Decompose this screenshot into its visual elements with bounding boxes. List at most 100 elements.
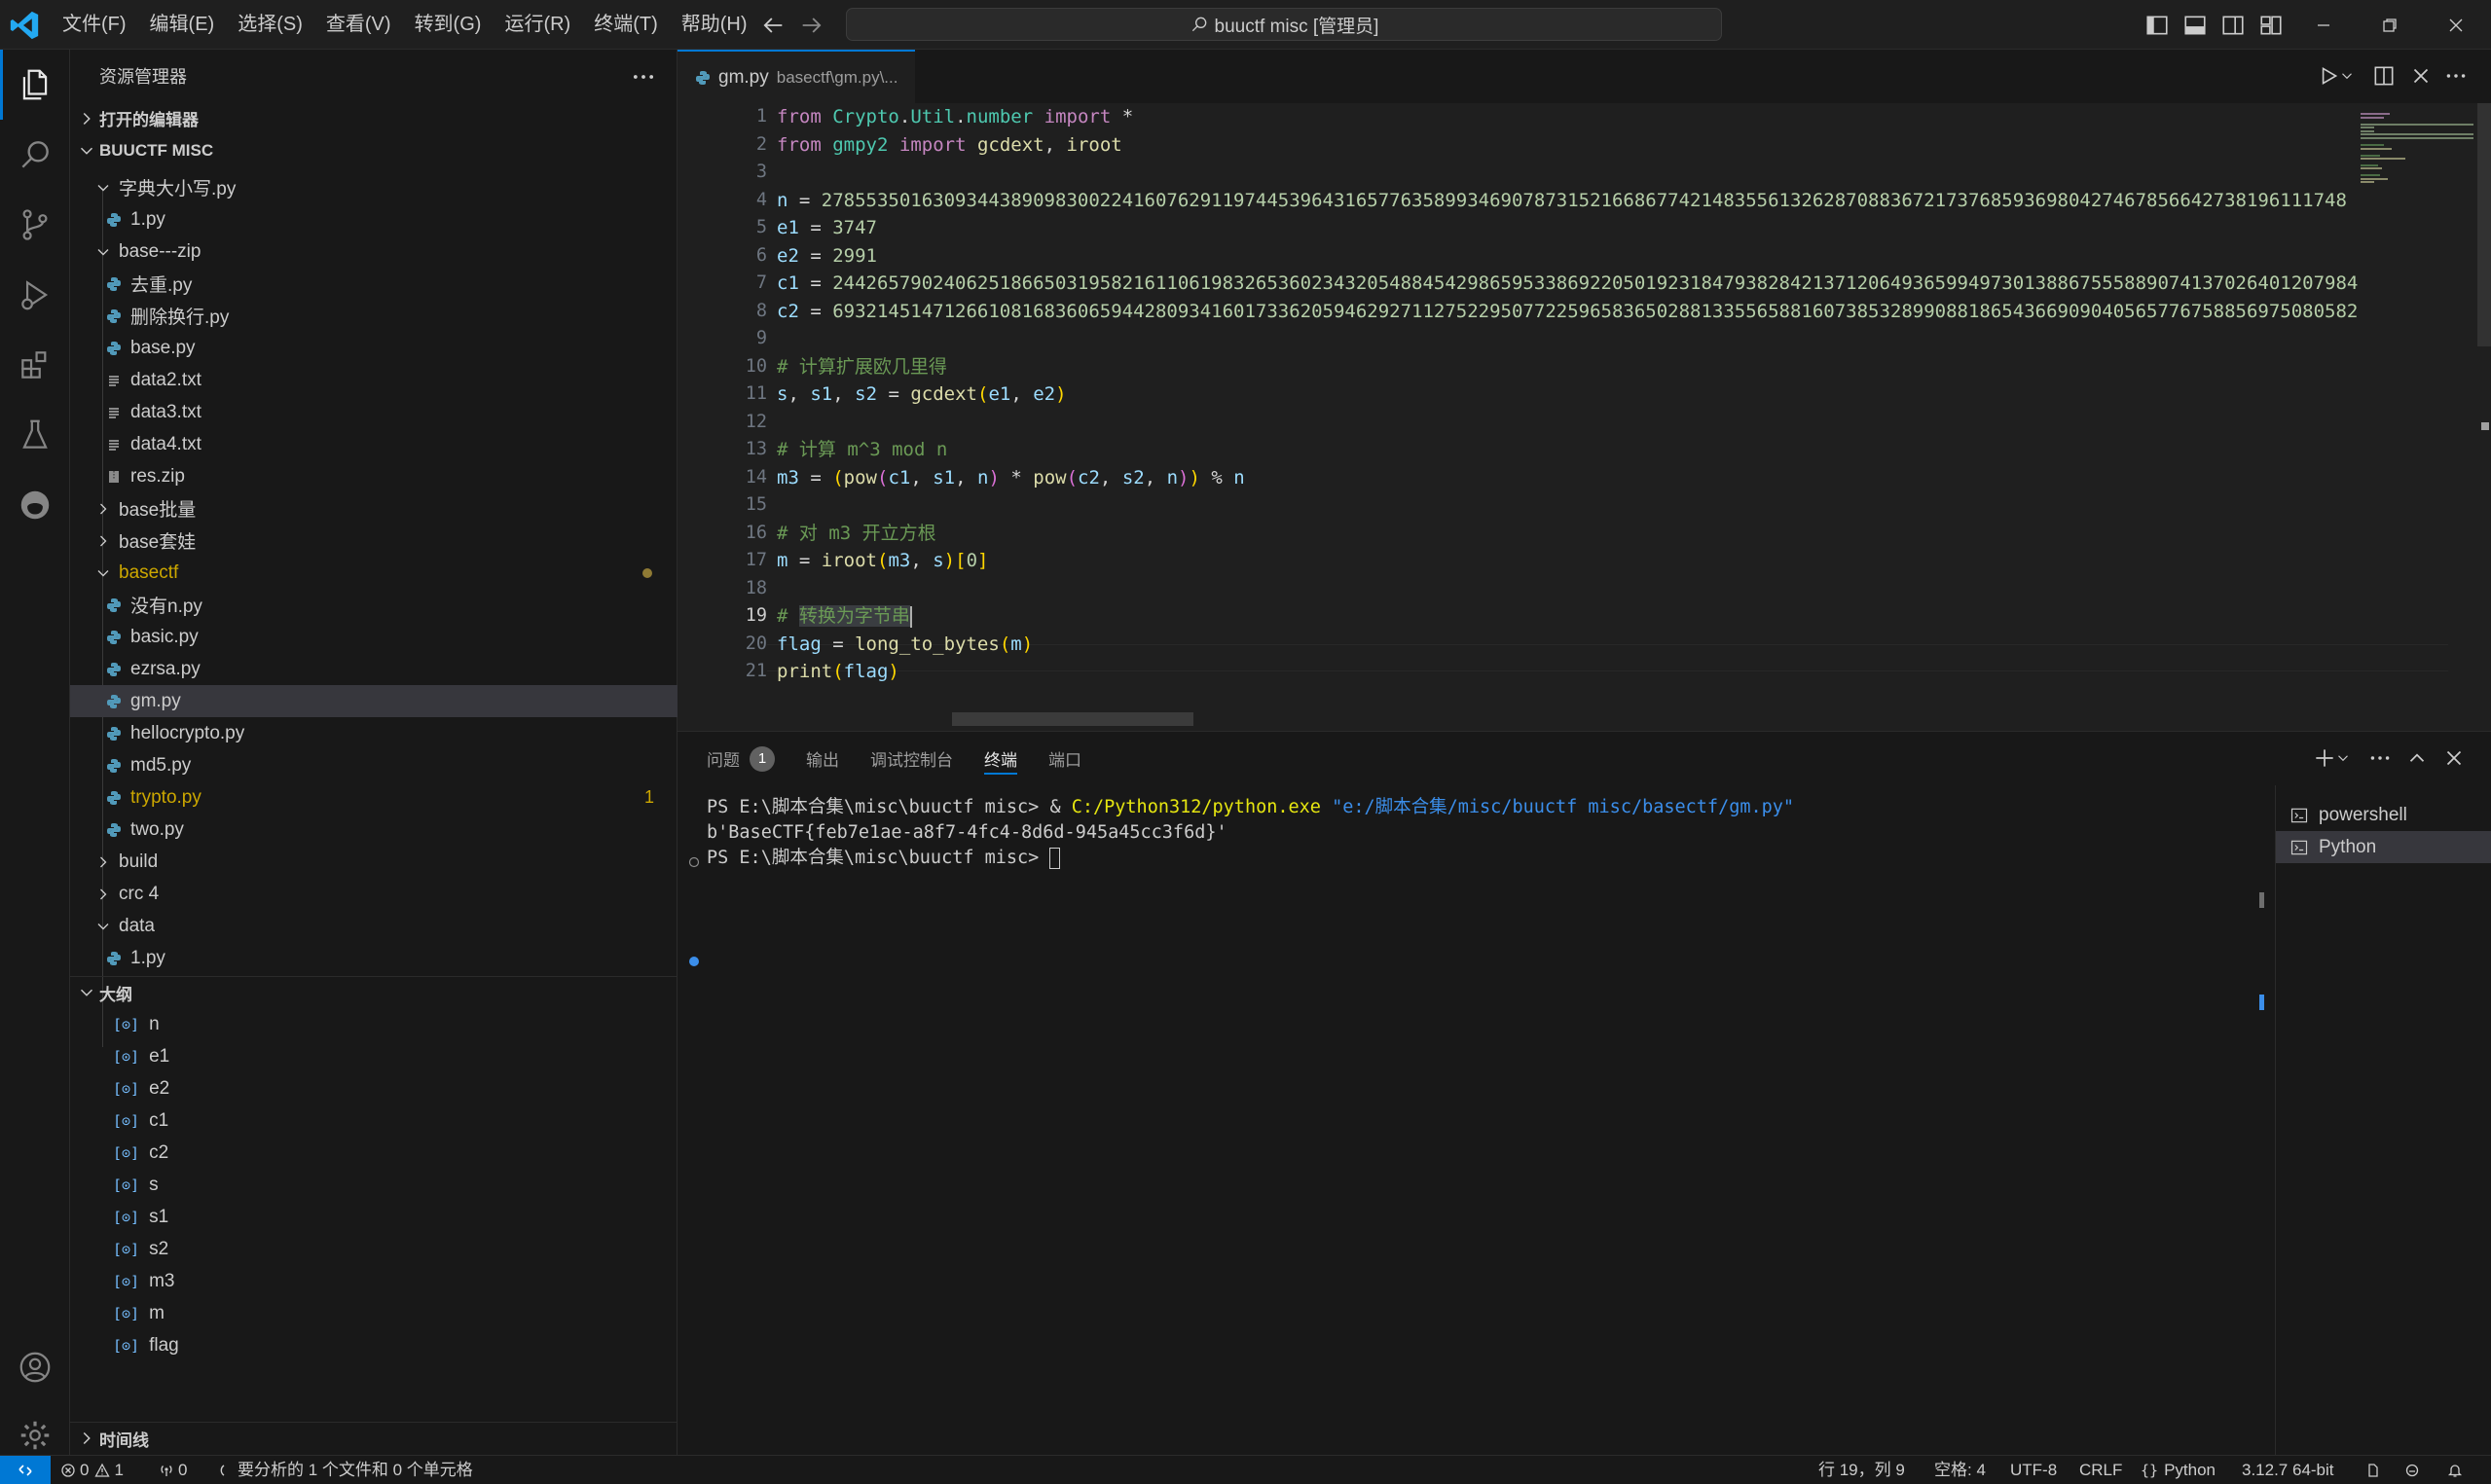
tab-terminal[interactable]: 终端 — [984, 732, 1017, 785]
outline-item[interactable]: [⊙] c2 — [70, 1137, 678, 1169]
tab-ports[interactable]: 端口 — [1048, 732, 1081, 785]
outline-item[interactable]: [⊙] n — [70, 1008, 678, 1040]
menu-edit[interactable]: 编辑(E) — [138, 0, 227, 50]
toggle-secondary-sidebar-icon[interactable] — [2220, 13, 2246, 38]
workspace-section[interactable]: BUUCTF MISC — [70, 134, 678, 166]
copilot-status[interactable] — [2365, 1456, 2385, 1484]
close-window-button[interactable] — [2423, 0, 2489, 50]
ports-status[interactable]: 0 — [159, 1456, 187, 1484]
more-actions-icon[interactable] — [2367, 745, 2393, 771]
editor-horizontal-scrollbar[interactable] — [952, 712, 1193, 726]
tree-folder[interactable]: base---zip — [70, 235, 678, 268]
editor-vertical-scrollbar[interactable] — [2473, 103, 2491, 731]
source-control-button[interactable] — [0, 190, 70, 260]
tree-file[interactable]: 去重.py — [70, 268, 678, 300]
outline-item[interactable]: [⊙] s1 — [70, 1201, 678, 1233]
tree-file[interactable]: 没有n.py — [70, 589, 678, 621]
tree-folder[interactable]: data — [70, 910, 678, 942]
minimize-button[interactable] — [2290, 0, 2357, 50]
accounts-button[interactable] — [0, 1332, 70, 1402]
outline-item[interactable]: [⊙] m3 — [70, 1265, 678, 1297]
close-panel-icon[interactable] — [2441, 745, 2467, 771]
github-copilot-button[interactable] — [0, 470, 70, 540]
tree-folder[interactable]: base批量 — [70, 492, 678, 525]
tree-file[interactable]: md5.py — [70, 749, 678, 781]
outline-item[interactable]: [⊙] m — [70, 1297, 678, 1329]
tree-folder[interactable]: base套娃 — [70, 525, 678, 557]
terminal-item-powershell[interactable]: powershell — [2276, 799, 2491, 831]
testing-button[interactable] — [0, 400, 70, 470]
interpreter-status[interactable]: 3.12.7 64-bit — [2242, 1456, 2334, 1484]
toggle-primary-sidebar-icon[interactable] — [2144, 13, 2170, 38]
tree-file[interactable]: data4.txt — [70, 428, 678, 460]
terminal-scrollbar[interactable] — [2254, 785, 2270, 1456]
encoding-status[interactable]: UTF-8 — [2010, 1456, 2057, 1484]
tree-file[interactable]: 1.py — [70, 942, 678, 974]
menu-selection[interactable]: 选择(S) — [226, 0, 314, 50]
command-center-search[interactable]: buuctf misc [管理员] — [846, 8, 1722, 41]
menu-go[interactable]: 转到(G) — [403, 0, 494, 50]
arrow-right-icon[interactable] — [798, 12, 825, 39]
problems-status[interactable]: 0 1 — [60, 1456, 124, 1484]
code-editor[interactable]: from Crypto.Util.number import * from gm… — [777, 103, 2451, 686]
tree-folder[interactable]: crc 4 — [70, 878, 678, 910]
tree-folder[interactable]: basectf — [70, 557, 678, 589]
outline-item[interactable]: [⊙] e2 — [70, 1072, 678, 1104]
tree-folder[interactable]: 字典大小写.py — [70, 171, 678, 203]
search-button[interactable] — [0, 120, 70, 190]
tree-folder[interactable]: build — [70, 846, 678, 878]
menu-run[interactable]: 运行(R) — [493, 0, 582, 50]
outline-item[interactable]: [⊙] s2 — [70, 1233, 678, 1265]
open-editors-section[interactable]: 打开的编辑器 — [70, 102, 678, 134]
tree-file[interactable]: res.zip — [70, 460, 678, 492]
tree-file[interactable]: two.py — [70, 814, 678, 846]
tree-file[interactable]: ezrsa.py — [70, 653, 678, 685]
notifications-button[interactable] — [2447, 1456, 2467, 1484]
timeline-section[interactable]: 时间线 — [70, 1422, 678, 1454]
split-editor-icon[interactable] — [2371, 63, 2397, 89]
tree-file[interactable]: trypto.py 1 — [70, 781, 678, 814]
toggle-panel-icon[interactable] — [2182, 13, 2208, 38]
tree-file-selected[interactable]: gm.py — [70, 685, 678, 717]
tab-problems[interactable]: 问题 1 — [707, 732, 775, 785]
tab-debug-console[interactable]: 调试控制台 — [870, 732, 953, 785]
eol-status[interactable]: CRLF — [2079, 1456, 2122, 1484]
copilot-button[interactable] — [2404, 1456, 2424, 1484]
tree-file[interactable]: base.py — [70, 332, 678, 364]
outline-item[interactable]: [⊙] flag — [70, 1329, 678, 1361]
analysis-status[interactable]: 要分析的 1 个文件和 0 个单元格 — [214, 1456, 473, 1484]
editor-tab-gm[interactable]: gm.py basectf\gm.py\... — [678, 50, 916, 103]
menu-help[interactable]: 帮助(H) — [670, 0, 759, 50]
outline-item[interactable]: [⊙] s — [70, 1169, 678, 1201]
tree-file[interactable]: data2.txt — [70, 364, 678, 396]
arrow-left-icon[interactable] — [759, 12, 787, 39]
outline-item[interactable]: [⊙] e1 — [70, 1040, 678, 1072]
tree-file[interactable]: 删除换行.py — [70, 300, 678, 332]
maximize-panel-icon[interactable] — [2404, 745, 2430, 771]
tree-file[interactable]: basic.py — [70, 621, 678, 653]
restore-button[interactable] — [2357, 0, 2423, 50]
more-actions-icon[interactable] — [630, 63, 657, 90]
menu-terminal[interactable]: 终端(T) — [582, 0, 670, 50]
tree-file[interactable]: 1.py — [70, 203, 678, 235]
cursor-position-status[interactable]: 行 19，列 9 — [1818, 1456, 1905, 1484]
run-debug-button[interactable] — [0, 260, 70, 330]
terminal-output[interactable]: PS E:\脚本合集\misc\buuctf misc> & C:/Python… — [707, 795, 1953, 871]
chevron-down-icon[interactable] — [2338, 63, 2356, 89]
explorer-button[interactable] — [0, 50, 70, 120]
menu-view[interactable]: 查看(V) — [314, 0, 403, 50]
menu-file[interactable]: 文件(F) — [51, 0, 138, 50]
close-icon[interactable] — [2408, 63, 2434, 89]
chevron-down-icon[interactable] — [2334, 745, 2352, 771]
language-mode-status[interactable]: {} Python — [2141, 1456, 2216, 1484]
customize-layout-icon[interactable] — [2258, 13, 2284, 38]
extensions-button[interactable] — [0, 330, 70, 400]
tree-file[interactable]: data3.txt — [70, 396, 678, 428]
more-actions-icon[interactable] — [2443, 63, 2469, 89]
outline-item[interactable]: [⊙] c1 — [70, 1104, 678, 1137]
outline-section[interactable]: 大纲 — [70, 976, 678, 1008]
tab-output[interactable]: 输出 — [806, 732, 839, 785]
remote-indicator-button[interactable] — [0, 1456, 51, 1484]
terminal-item-python[interactable]: Python — [2276, 831, 2491, 863]
tree-file[interactable]: hellocrypto.py — [70, 717, 678, 749]
